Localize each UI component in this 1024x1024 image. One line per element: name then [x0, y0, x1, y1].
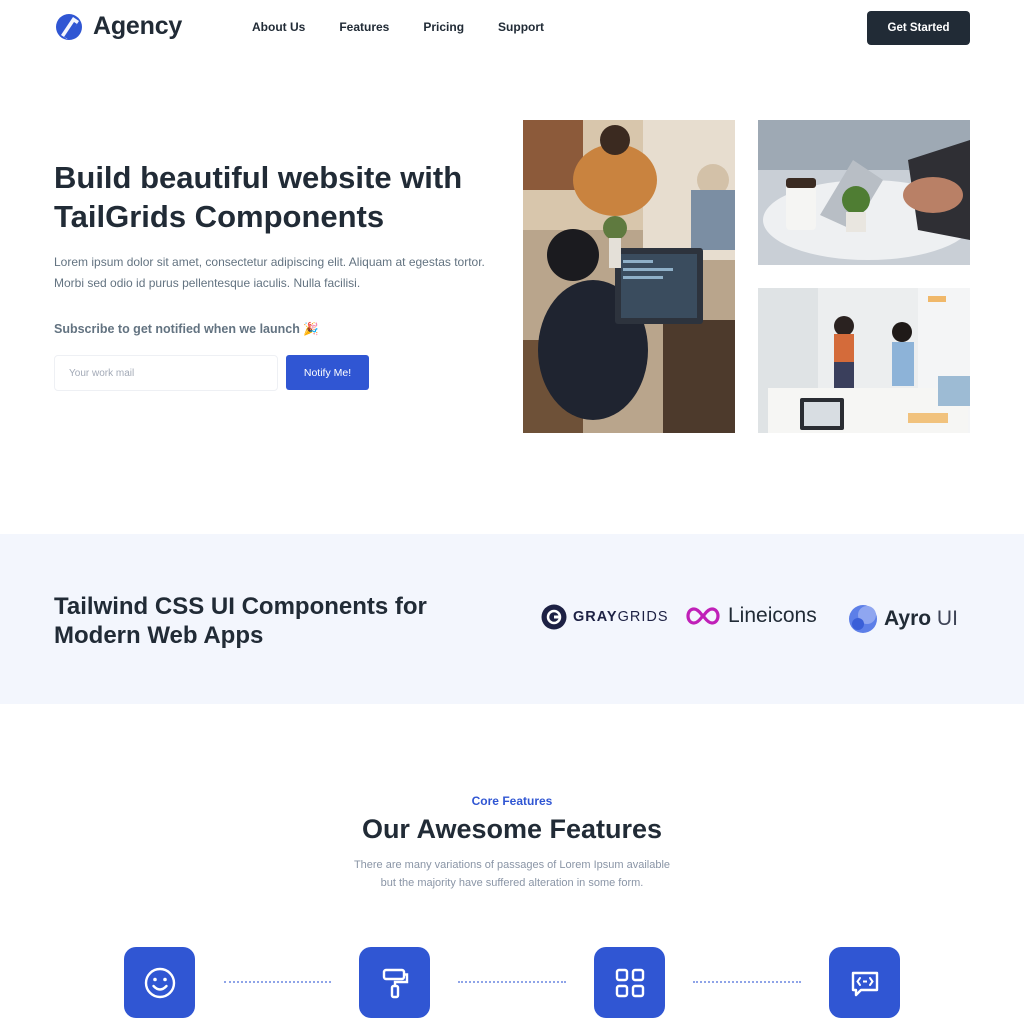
- email-input[interactable]: [54, 355, 278, 391]
- nav-link-features[interactable]: Features: [339, 20, 389, 34]
- grid-icon: [615, 968, 644, 997]
- feature-chat-tile: [829, 947, 900, 1018]
- hero-photo-coffee-table: [758, 120, 970, 265]
- features-description: There are many variations of passages of…: [0, 856, 1024, 892]
- nav-link-about[interactable]: About Us: [252, 20, 305, 34]
- nav-link-support[interactable]: Support: [498, 20, 544, 34]
- features-description-line-1: There are many variations of passages of…: [353, 859, 671, 871]
- ayro-icon: [849, 605, 877, 633]
- nav-link-pricing[interactable]: Pricing: [423, 20, 464, 34]
- ayro-ui-logo[interactable]: Ayro UI: [848, 604, 958, 634]
- graygrids-icon: [541, 604, 567, 630]
- lineicons-logo[interactable]: Lineicons: [684, 604, 817, 628]
- hero-description: Lorem ipsum dolor sit amet, consectetur …: [54, 255, 485, 290]
- logo-text: Agency: [93, 12, 183, 40]
- notify-me-button[interactable]: Notify Me!: [286, 355, 369, 390]
- feature-smile-tile: [124, 947, 195, 1018]
- smile-icon: [144, 967, 175, 998]
- brands-band-title: Tailwind CSS UI Components for Modern We…: [54, 593, 427, 649]
- main-menu: About Us Features Pricing Support: [252, 20, 544, 34]
- chat-code-icon: [851, 971, 878, 996]
- feature-connector-2: [458, 981, 566, 983]
- top-navbar: Agency About Us Features Pricing Support…: [0, 0, 1024, 58]
- logo-mark-icon: [56, 13, 82, 40]
- infinity-icon: [686, 607, 720, 625]
- ayro-wordmark-bold: Ayro: [884, 607, 932, 630]
- lineicons-wordmark: Lineicons: [728, 604, 817, 627]
- subscribe-label: Subscribe to get notified when we launch…: [54, 322, 319, 336]
- brands-band: Tailwind CSS UI Components for Modern We…: [0, 534, 1024, 704]
- graygrids-wordmark: GRAYGRIDS: [573, 609, 668, 625]
- brand-logo[interactable]: Agency: [55, 12, 182, 41]
- feature-paint-tile: [359, 947, 430, 1018]
- graygrids-logo[interactable]: GRAYGRIDS: [541, 604, 668, 630]
- feature-connector-3: [693, 981, 801, 983]
- ayro-wordmark-light: UI: [936, 607, 958, 630]
- paint-roller-icon: [382, 968, 408, 998]
- graygrids-wordmark-bold: GRAY: [573, 609, 618, 625]
- graygrids-wordmark-light: GRIDS: [617, 609, 669, 625]
- hero-photo-team-laptops: [523, 120, 735, 433]
- get-started-button[interactable]: Get Started: [867, 11, 970, 45]
- features-title: Our Awesome Features: [361, 814, 663, 844]
- features-kicker: Core Features: [471, 794, 553, 808]
- ayro-ui-wordmark: Ayro UI: [884, 607, 958, 631]
- feature-connector-1: [224, 981, 331, 983]
- hero-title: Build beautiful website with TailGrids C…: [54, 160, 463, 234]
- hero-photo-whiteboard-meeting: [758, 288, 970, 433]
- features-description-line-2: but the majority have suffered alteratio…: [380, 877, 644, 889]
- feature-grid-tile: [594, 947, 665, 1018]
